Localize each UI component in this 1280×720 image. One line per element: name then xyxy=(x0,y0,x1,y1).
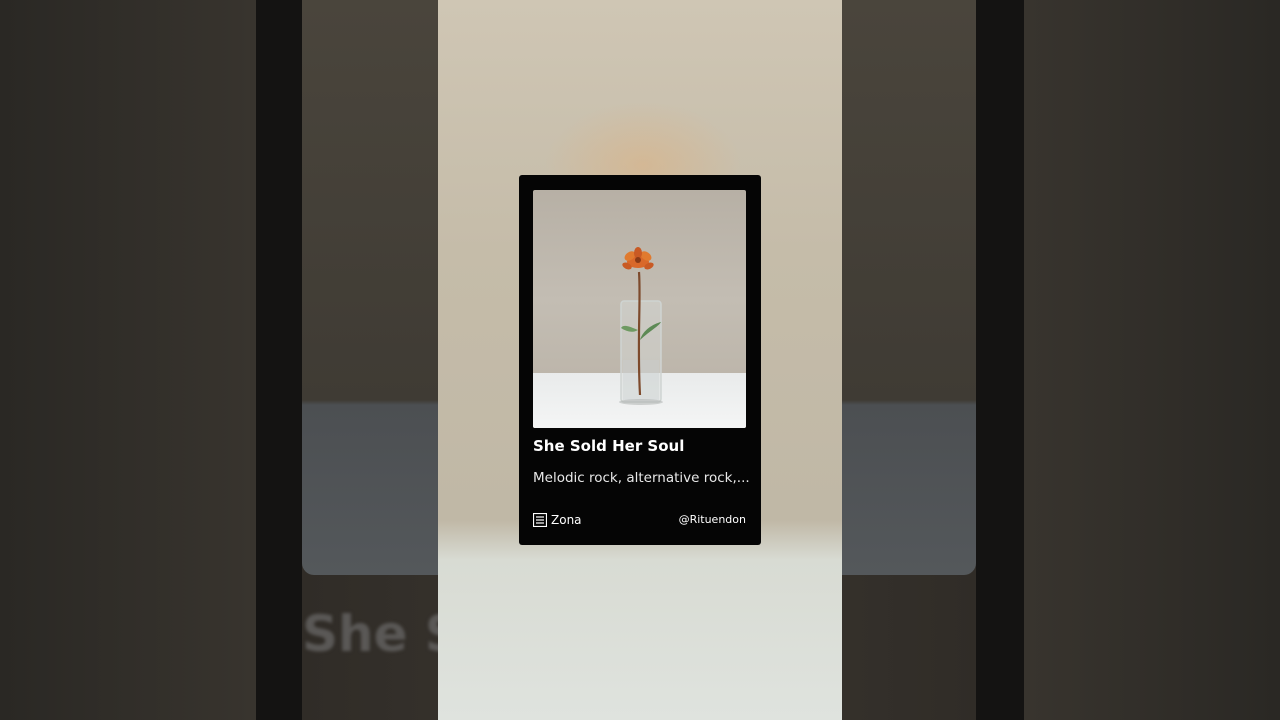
zona-logo-icon xyxy=(533,513,547,527)
song-title[interactable]: She Sold Her Soul xyxy=(533,437,684,455)
background-left-border xyxy=(256,0,302,720)
background-right-border xyxy=(976,0,1024,720)
song-card[interactable]: She Sold Her Soul Melodic rock, alternat… xyxy=(519,175,761,545)
flower-in-glass-vase-image xyxy=(619,247,663,405)
brand-name: Zona xyxy=(551,513,582,527)
album-artwork xyxy=(533,190,746,428)
artist-handle[interactable]: @Rituendon xyxy=(679,513,746,526)
song-genres: Melodic rock, alternative rock,... xyxy=(533,470,750,486)
brand[interactable]: Zona xyxy=(533,511,582,529)
